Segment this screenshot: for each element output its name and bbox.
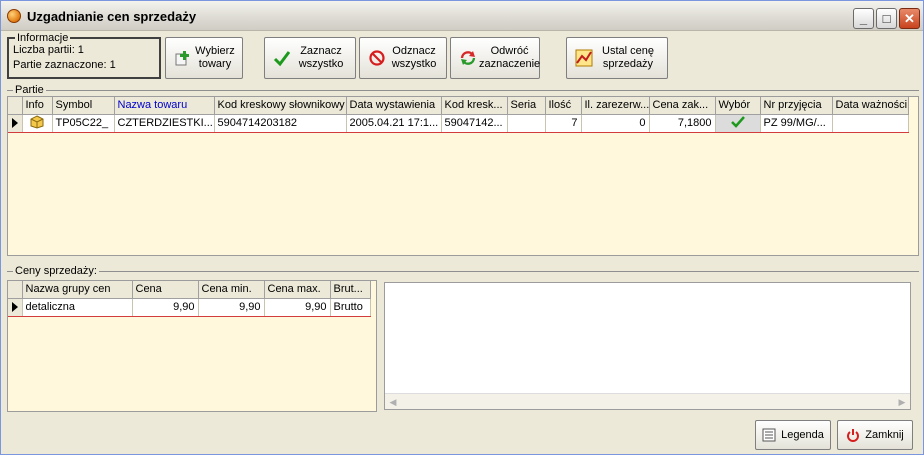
- col-header-il-zarezerw[interactable]: Il. zarezerw...: [581, 97, 650, 115]
- col-header-info[interactable]: Info: [22, 97, 53, 115]
- cell-kod-kreskowy[interactable]: 59047142...: [441, 113, 508, 133]
- cell-nr-przyjecia[interactable]: PZ 99/MG/...: [760, 113, 833, 133]
- deselect-all-label: Odznacz wszystko: [391, 45, 437, 70]
- legend-label: Legenda: [781, 429, 824, 441]
- partie-grid[interactable]: Info Symbol Nazwa towaru Kod kreskowy sł…: [7, 96, 919, 256]
- ceny-table: Nazwa grupy cen Cena Cena min. Cena max.…: [8, 281, 371, 317]
- invert-selection-label: Odwróć zaznaczenie: [479, 45, 541, 70]
- checkmark-icon: [271, 47, 293, 69]
- select-products-button[interactable]: Wybierz towary: [165, 37, 243, 79]
- col-header-cena-min[interactable]: Cena min.: [198, 281, 265, 299]
- minimize-button[interactable]: _: [853, 8, 874, 29]
- col-header-nazwa-towaru[interactable]: Nazwa towaru: [114, 97, 215, 115]
- cell-info[interactable]: [22, 113, 53, 133]
- main-window: Uzgadnianie cen sprzedaży _ □ ✕ Informac…: [0, 0, 924, 455]
- current-row-arrow-icon: [12, 118, 18, 128]
- close-icon: ✕: [904, 11, 915, 26]
- partie-label: Partie: [13, 84, 46, 96]
- current-row-arrow-icon: [12, 302, 18, 312]
- cell-wybor[interactable]: [715, 113, 761, 133]
- scroll-right-icon[interactable]: ▶: [895, 395, 909, 409]
- col-header-ilosc[interactable]: Ilość: [545, 97, 582, 115]
- window-title: Uzgadnianie cen sprzedaży: [27, 9, 197, 24]
- table-row[interactable]: detaliczna 9,90 9,90 9,90 Brutto: [8, 297, 371, 317]
- power-icon: [847, 429, 860, 442]
- set-price-label: Ustal cenę sprzedaży: [602, 45, 654, 70]
- close-dialog-label: Zamknij: [865, 429, 904, 441]
- checkmark-icon: [730, 115, 745, 128]
- col-header-cena-zak[interactable]: Cena zak...: [649, 97, 716, 115]
- cell-il-zarezerw[interactable]: 0: [581, 113, 650, 133]
- add-product-icon: [172, 47, 194, 69]
- cell-kod-kreskowy-slownikowy[interactable]: 5904714203182: [214, 113, 347, 133]
- table-row[interactable]: TP05C22_ CZTERDZIESTKI... 5904714203182 …: [8, 113, 909, 133]
- horizontal-scrollbar[interactable]: ◀ ▶: [385, 393, 910, 409]
- col-header-kod-kreskowy[interactable]: Kod kresk...: [441, 97, 508, 115]
- invert-selection-button[interactable]: Odwróć zaznaczenie: [450, 37, 540, 79]
- col-header-cena[interactable]: Cena: [132, 281, 199, 299]
- close-button[interactable]: ✕: [899, 8, 920, 29]
- cell-cena-min[interactable]: 9,90: [198, 297, 265, 317]
- cell-cena[interactable]: 9,90: [132, 297, 199, 317]
- cell-nazwa-grupy-cen[interactable]: detaliczna: [22, 297, 133, 317]
- col-header-seria[interactable]: Seria: [507, 97, 546, 115]
- cell-ilosc[interactable]: 7: [545, 113, 582, 133]
- legend-button[interactable]: Legenda: [755, 420, 831, 450]
- col-header-cena-max[interactable]: Cena max.: [264, 281, 331, 299]
- ceny-label: Ceny sprzedaży:: [13, 265, 99, 277]
- cell-cena-zak[interactable]: 7,1800: [649, 113, 716, 133]
- cell-data-waznosci[interactable]: [832, 113, 909, 133]
- row-indicator-header: [8, 97, 23, 115]
- notes-memo[interactable]: ◀ ▶: [384, 282, 911, 410]
- col-header-data-wystawienia[interactable]: Data wystawienia: [346, 97, 442, 115]
- col-header-data-waznosci[interactable]: Data ważności: [832, 97, 909, 115]
- col-header-nazwa-grupy-cen[interactable]: Nazwa grupy cen: [22, 281, 133, 299]
- ceny-header-row: Nazwa grupy cen Cena Cena min. Cena max.…: [8, 281, 371, 299]
- minimize-icon: _: [859, 11, 868, 26]
- info-group: Informacje Liczba partii: 1 Partie zazna…: [7, 32, 161, 79]
- scroll-left-icon[interactable]: ◀: [386, 395, 400, 409]
- title-bar[interactable]: Uzgadnianie cen sprzedaży _ □ ✕: [1, 1, 923, 31]
- cell-cena-max[interactable]: 9,90: [264, 297, 331, 317]
- select-all-button[interactable]: Zaznacz wszystko: [264, 37, 356, 79]
- partie-header-row: Info Symbol Nazwa towaru Kod kreskowy sł…: [8, 97, 909, 115]
- box-icon: [30, 115, 44, 129]
- price-chart-icon: [573, 47, 595, 69]
- col-header-nr-przyjecia[interactable]: Nr przyjęcia: [760, 97, 833, 115]
- info-partii-count: Liczba partii: 1: [13, 44, 84, 56]
- col-header-symbol[interactable]: Symbol: [52, 97, 115, 115]
- row-indicator: [8, 297, 23, 317]
- cell-seria[interactable]: [507, 113, 546, 133]
- row-indicator: [8, 113, 23, 133]
- col-header-wybor[interactable]: Wybór: [715, 97, 761, 115]
- cell-symbol[interactable]: TP05C22_: [52, 113, 115, 133]
- cell-data-wystawienia[interactable]: 2005.04.21 17:1...: [346, 113, 442, 133]
- forbidden-icon: [366, 47, 388, 69]
- app-icon: [7, 9, 21, 23]
- partie-table: Info Symbol Nazwa towaru Kod kreskowy sł…: [8, 97, 909, 133]
- select-products-label: Wybierz towary: [195, 45, 235, 70]
- deselect-all-button[interactable]: Odznacz wszystko: [359, 37, 447, 79]
- close-dialog-button[interactable]: Zamknij: [837, 420, 913, 450]
- maximize-button[interactable]: □: [876, 8, 897, 29]
- row-indicator-header: [8, 281, 23, 299]
- info-legend: Informacje: [15, 32, 71, 44]
- cell-brutto[interactable]: Brutto: [330, 297, 371, 317]
- maximize-icon: □: [882, 11, 891, 26]
- legend-icon: [762, 428, 776, 442]
- select-all-label: Zaznacz wszystko: [298, 45, 344, 70]
- cell-nazwa-towaru[interactable]: CZTERDZIESTKI...: [114, 113, 215, 133]
- set-price-button[interactable]: Ustal cenę sprzedaży: [566, 37, 668, 79]
- refresh-icon: [457, 47, 479, 69]
- ceny-grid[interactable]: Nazwa grupy cen Cena Cena min. Cena max.…: [7, 280, 377, 412]
- col-header-kod-kreskowy-slownikowy[interactable]: Kod kreskowy słownikowy: [214, 97, 347, 115]
- info-selected-count: Partie zaznaczone: 1: [13, 59, 116, 71]
- col-header-brutto[interactable]: Brut...: [330, 281, 371, 299]
